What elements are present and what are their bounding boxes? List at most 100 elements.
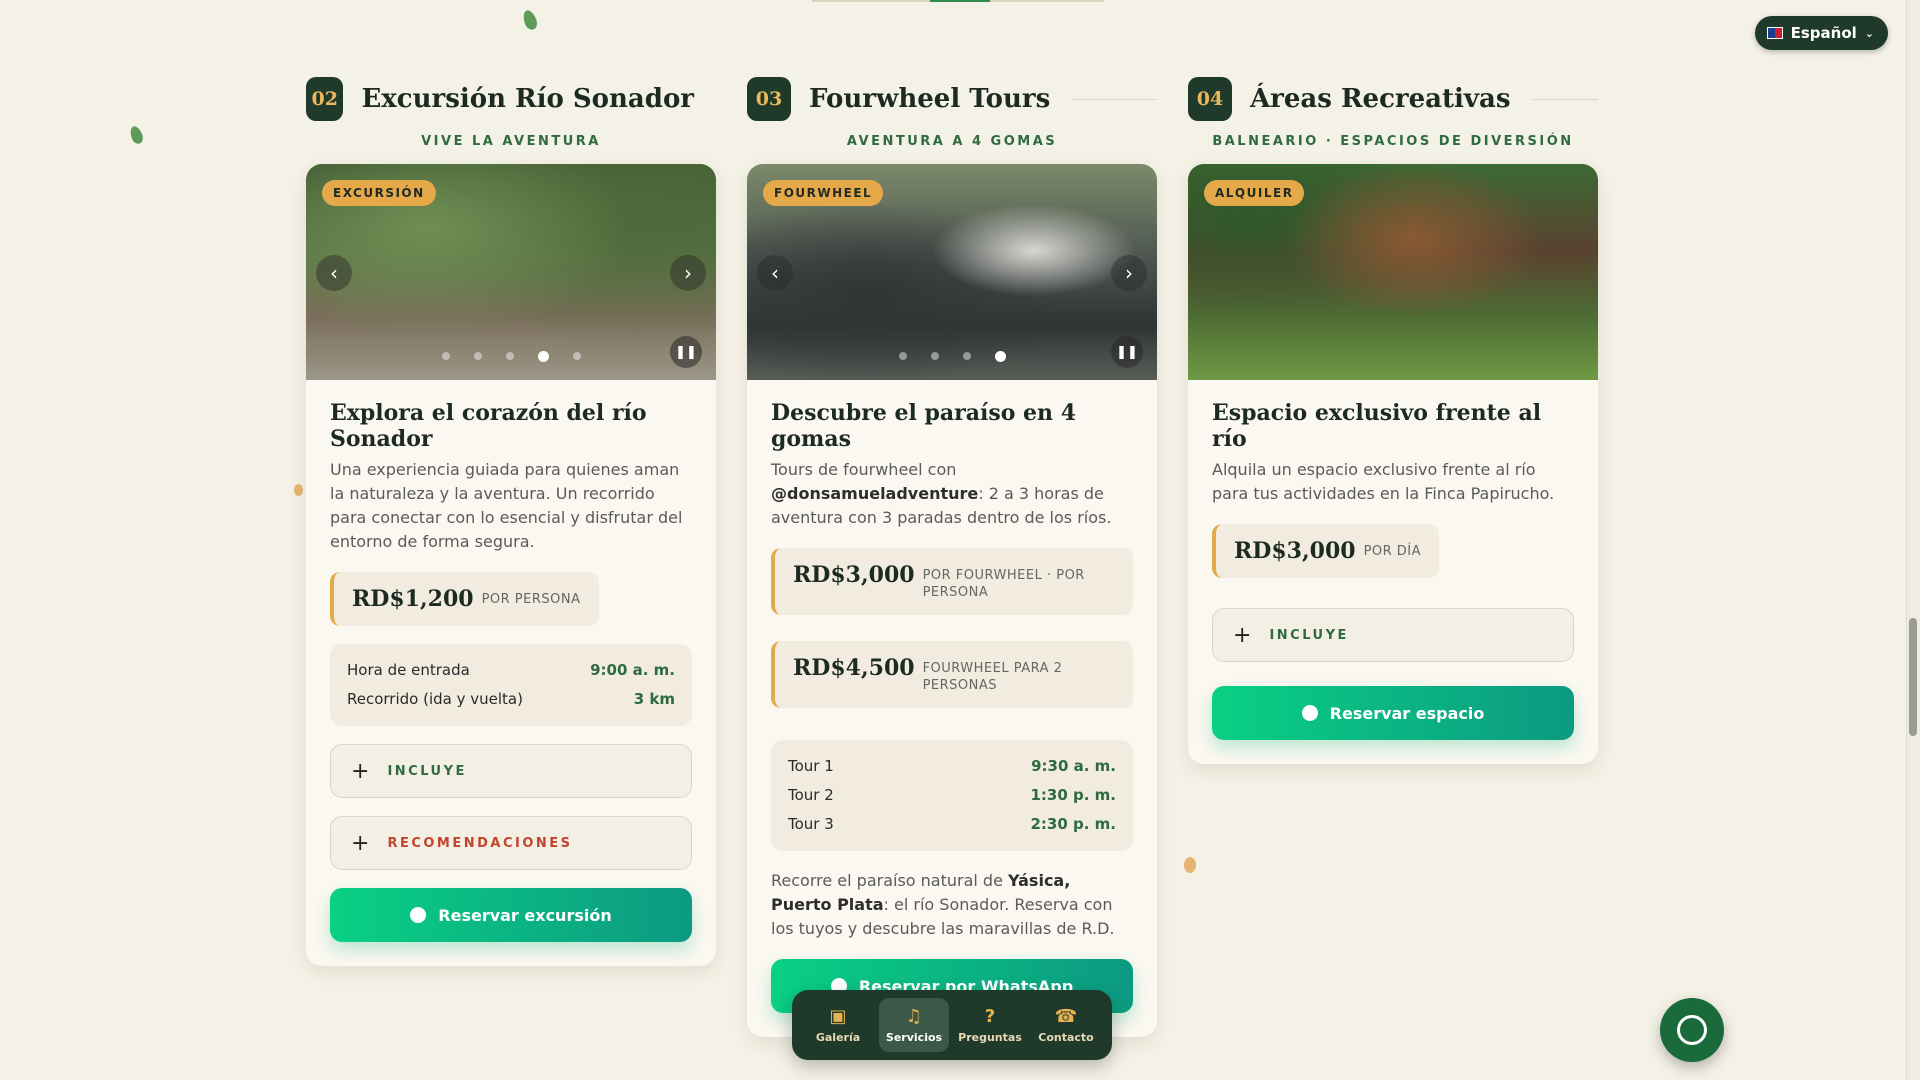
card-heading: Explora el corazón del río Sonador — [330, 400, 647, 452]
price-box: RD$4,500 FOURWHEEL PARA 2 PERSONAS — [771, 641, 1133, 708]
carousel-dot[interactable] — [930, 352, 939, 360]
reserve-excursion-button[interactable]: Reservar excursión — [330, 888, 692, 942]
carousel-prev-button[interactable]: ‹ — [757, 255, 793, 291]
service-fourwheel: 03 Fourwheel Tours AVENTURA A 4 GOMAS FO… — [747, 76, 1157, 1037]
reserve-space-button[interactable]: Reservar espacio — [1212, 686, 1574, 740]
schedule-label: Hora de entrada — [347, 661, 470, 679]
schedule-value: 9:30 a. m. — [1031, 757, 1116, 775]
nav-servicios[interactable]: ♫ Servicios — [879, 998, 949, 1052]
section-title: Excursión Río Sonador — [361, 84, 694, 114]
accordion-incluye[interactable]: + INCLUYE — [1212, 608, 1574, 662]
carousel-dots — [747, 351, 1157, 362]
section-number: 03 — [747, 77, 791, 121]
nav-label: Servicios — [885, 1030, 943, 1044]
nav-label: Contacto — [1038, 1030, 1094, 1044]
help-icon: ? — [984, 1005, 996, 1027]
photo: ALQUILER — [1188, 164, 1598, 380]
language-selector[interactable]: Español ⌄ — [1754, 16, 1888, 50]
service-excursion: 02 Excursión Río Sonador VIVE LA AVENTUR… — [306, 76, 716, 966]
chat-icon — [1301, 705, 1318, 721]
carousel-dot[interactable] — [505, 352, 514, 360]
service-card: ALQUILER Espacio exclusivo frente al río… — [1188, 164, 1598, 764]
carousel-dot[interactable] — [441, 352, 450, 360]
title-divider — [1532, 98, 1598, 100]
photo-carousel: FOURWHEEL ‹ › ❚❚ — [747, 164, 1157, 380]
carousel-dots — [306, 351, 716, 362]
desc-text: Tours de fourwheel con — [771, 460, 957, 479]
language-label: Español — [1790, 24, 1857, 42]
scrollbar-thumb[interactable] — [1909, 618, 1917, 736]
section-subtitle: BALNEARIO · ESPACIOS DE DIVERSIÓN — [1212, 134, 1574, 149]
price-unit: POR FOURWHEEL · POR PERSONA — [922, 568, 1085, 600]
card-heading: Descubre el paraíso en 4 gomas — [771, 400, 1077, 452]
button-label: Reservar excursión — [438, 905, 612, 925]
schedule-row: Tour 2 1:30 p. m. — [788, 781, 1116, 810]
instagram-handle: @donsamueladventure — [771, 484, 979, 503]
schedule-box: Tour 1 9:30 a. m. Tour 2 1:30 p. m. Tour 3… — [771, 740, 1133, 851]
schedule-row: Tour 1 9:30 a. m. — [788, 752, 1116, 781]
schedule-label: Tour 3 — [788, 815, 834, 833]
button-label: Reservar espacio — [1329, 703, 1485, 723]
accordion-incluye[interactable]: + INCLUYE — [330, 744, 692, 798]
leaf-decoration — [520, 8, 540, 32]
schedule-row: Hora de entrada 9:00 a. m. — [347, 656, 675, 685]
schedule-label: Tour 2 — [788, 786, 834, 804]
carousel-dot[interactable] — [572, 352, 581, 360]
leaf-decoration — [1184, 857, 1196, 873]
card-description: Tours de fourwheel con @donsamueladventu… — [771, 458, 1133, 530]
nav-preguntas[interactable]: ? Preguntas — [955, 998, 1025, 1052]
carousel-next-button[interactable]: › — [670, 255, 706, 291]
card-description: Alquila un espacio exclusivo frente al r… — [1212, 460, 1555, 503]
section-subtitle: VIVE LA AVENTURA — [421, 134, 601, 149]
price-box: RD$3,000 POR DÍA — [1212, 524, 1440, 578]
schedule-value: 2:30 p. m. — [1030, 815, 1116, 833]
accordion-label: RECOMENDACIONES — [387, 835, 573, 851]
nav-label: Galería — [815, 1030, 861, 1044]
nav-galeria[interactable]: ▣ Galería — [803, 998, 873, 1052]
nav-contacto[interactable]: ☎ Contacto — [1031, 998, 1101, 1052]
flag-icon — [1766, 27, 1783, 39]
carousel-dot-active[interactable] — [994, 351, 1006, 362]
plus-icon: + — [351, 830, 370, 856]
price-amount: RD$1,200 — [352, 586, 474, 612]
service-card: FOURWHEEL ‹ › ❚❚ Descubre el paraíso en … — [747, 164, 1157, 1037]
carousel-next-button[interactable]: › — [1111, 255, 1147, 291]
pause-icon[interactable]: ❚❚ — [670, 336, 702, 368]
accordion-label: INCLUYE — [1269, 627, 1349, 643]
scrollbar[interactable] — [1906, 0, 1920, 1080]
section-title: Fourwheel Tours — [809, 84, 1051, 114]
plus-icon: + — [1233, 622, 1252, 648]
schedule-value: 1:30 p. m. — [1030, 786, 1116, 804]
schedule-box: Hora de entrada 9:00 a. m. Recorrido (ida… — [330, 644, 692, 726]
phone-icon: ☎ — [1054, 1005, 1078, 1027]
schedule-label: Recorrido (ida y vuelta) — [347, 690, 523, 708]
card-description: Una experiencia guiada para quienes aman… — [330, 460, 683, 551]
bell-icon: ♫ — [905, 1005, 923, 1027]
carousel-prev-button[interactable]: ‹ — [316, 255, 352, 291]
section-subtitle: AVENTURA A 4 GOMAS — [846, 134, 1058, 149]
accordion-label: INCLUYE — [387, 763, 467, 779]
top-divider-accent — [930, 0, 990, 2]
price-unit: FOURWHEEL PARA 2 PERSONAS — [922, 661, 1063, 693]
whatsapp-float-button[interactable] — [1660, 998, 1724, 1062]
card-heading: Espacio exclusivo frente al río — [1212, 400, 1542, 452]
photo-carousel: EXCURSIÓN ‹ › ❚❚ — [306, 164, 716, 380]
schedule-value: 3 km — [633, 690, 675, 708]
schedule-label: Tour 1 — [788, 757, 834, 775]
carousel-dot-active[interactable] — [537, 351, 549, 362]
price-unit: POR PERSONA — [481, 592, 581, 607]
service-recreational: 04 Áreas Recreativas BALNEARIO · ESPACIO… — [1188, 76, 1598, 764]
category-badge: EXCURSIÓN — [322, 180, 436, 206]
carousel-dot[interactable] — [473, 352, 482, 360]
schedule-row: Recorrido (ida y vuelta) 3 km — [347, 685, 675, 714]
accordion-recomendaciones[interactable]: + RECOMENDACIONES — [330, 816, 692, 870]
schedule-row: Tour 3 2:30 p. m. — [788, 810, 1116, 839]
price-unit: POR DÍA — [1363, 544, 1422, 559]
price-amount: RD$3,000 — [793, 562, 915, 588]
price-box: RD$3,000 POR FOURWHEEL · POR PERSONA — [771, 548, 1133, 615]
pause-icon[interactable]: ❚❚ — [1111, 336, 1143, 368]
price-amount: RD$4,500 — [793, 655, 915, 681]
carousel-dot[interactable] — [962, 352, 971, 360]
carousel-dot[interactable] — [898, 352, 907, 360]
desc-text: Recorre el paraíso natural de — [771, 871, 1009, 890]
